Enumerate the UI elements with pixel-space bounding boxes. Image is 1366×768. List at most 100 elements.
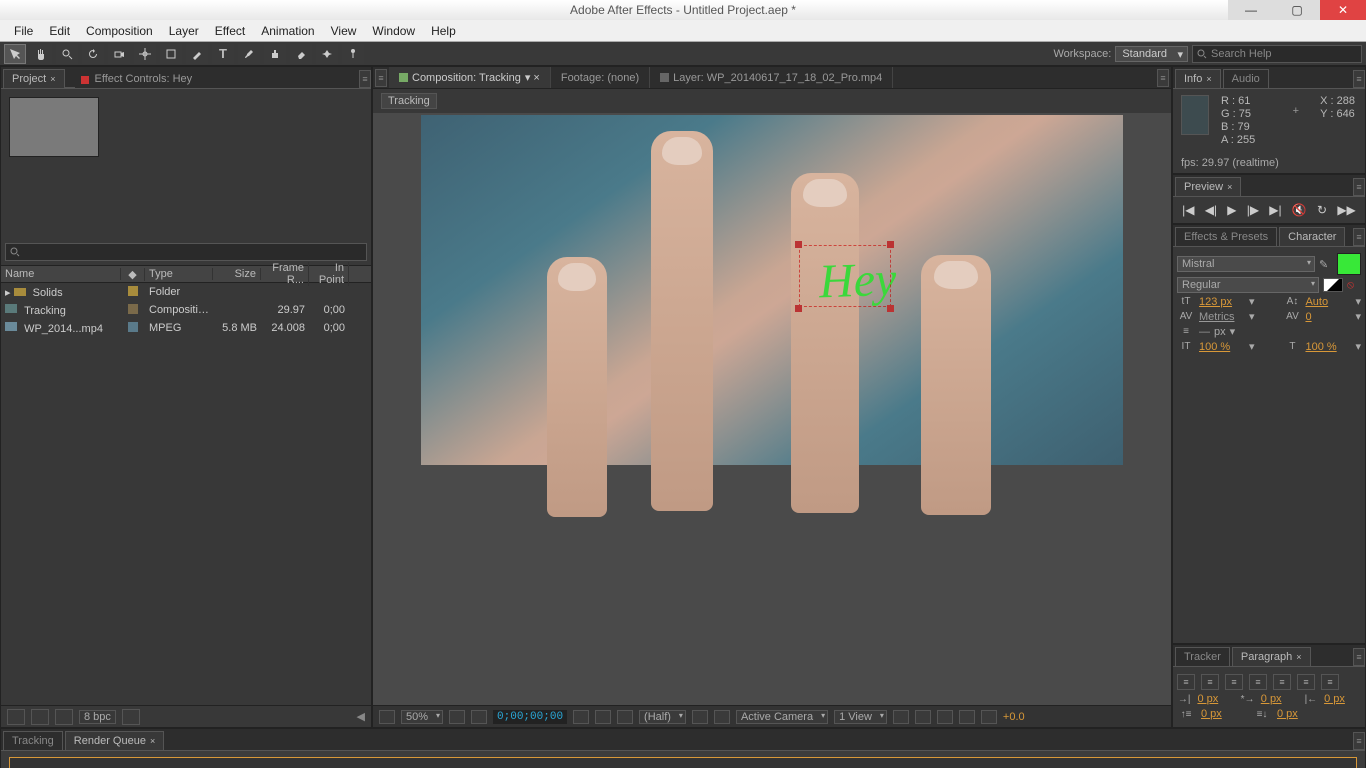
workspace-dropdown[interactable]: Standard	[1115, 46, 1188, 62]
font-family-dropdown[interactable]: Mistral	[1177, 256, 1315, 272]
resolution-dropdown[interactable]: (Half)	[639, 710, 686, 724]
align-right-button[interactable]: ≡	[1225, 674, 1243, 690]
info-tab[interactable]: Info×	[1175, 69, 1221, 88]
panel-menu-icon[interactable]: ≡	[1353, 228, 1365, 246]
panel-menu-icon[interactable]: ≡	[375, 69, 387, 87]
tracker-handle-icon[interactable]	[795, 241, 802, 248]
window-close-button[interactable]: ✕	[1320, 0, 1366, 20]
tracker-handle-icon[interactable]	[887, 305, 894, 312]
character-tab[interactable]: Character	[1279, 227, 1345, 246]
comp-breadcrumb[interactable]: Tracking	[381, 93, 437, 109]
font-style-dropdown[interactable]: Regular	[1177, 277, 1319, 293]
project-item-tracking[interactable]: Tracking Composition 29.97 0;00	[1, 301, 371, 319]
play-button[interactable]: ▶	[1227, 203, 1236, 217]
stroke-color-swatch[interactable]	[1323, 278, 1343, 292]
panel-menu-icon[interactable]: ≡	[1353, 178, 1365, 196]
window-maximize-button[interactable]: ▢	[1274, 0, 1320, 20]
audio-tab[interactable]: Audio	[1223, 69, 1269, 88]
puppet-tool-icon[interactable]	[342, 44, 364, 64]
eraser-tool-icon[interactable]	[290, 44, 312, 64]
menu-window[interactable]: Window	[364, 24, 423, 38]
timecode-display[interactable]: 0;00;00;00	[493, 710, 567, 724]
transparency-icon[interactable]	[714, 710, 730, 724]
magnify-icon[interactable]	[379, 710, 395, 724]
justify-last-center-button[interactable]: ≡	[1273, 674, 1291, 690]
pen-tool-icon[interactable]	[186, 44, 208, 64]
panel-menu-icon[interactable]: ≡	[359, 70, 371, 88]
delete-icon[interactable]	[122, 709, 140, 725]
pixel-aspect-icon[interactable]	[893, 710, 909, 724]
fast-preview-icon[interactable]	[915, 710, 931, 724]
window-minimize-button[interactable]: —	[1228, 0, 1274, 20]
menu-view[interactable]: View	[323, 24, 365, 38]
color-icon[interactable]	[617, 710, 633, 724]
font-size-input[interactable]: 123 px	[1199, 296, 1245, 308]
next-frame-button[interactable]: |▶	[1247, 203, 1259, 217]
rotate-tool-icon[interactable]	[82, 44, 104, 64]
project-item-wp2014[interactable]: WP_2014...mp4 MPEG 5.8 MB 24.008 0;00	[1, 319, 371, 337]
fill-color-swatch[interactable]	[1337, 253, 1361, 275]
snapshot-icon[interactable]	[573, 710, 589, 724]
tracking-input[interactable]: 0	[1305, 311, 1351, 323]
project-item-solids[interactable]: ▸ Solids Folder	[1, 283, 371, 301]
timeline-tracking-tab[interactable]: Tracking	[3, 731, 63, 750]
tracker-handle-icon[interactable]	[795, 305, 802, 312]
channel-icon[interactable]	[595, 710, 611, 724]
menu-help[interactable]: Help	[423, 24, 464, 38]
menu-effect[interactable]: Effect	[207, 24, 253, 38]
tracker-tab[interactable]: Tracker	[1175, 647, 1230, 666]
paragraph-tab[interactable]: Paragraph×	[1232, 647, 1311, 666]
close-icon[interactable]: ×	[50, 74, 55, 84]
camera-dropdown[interactable]: Active Camera	[736, 710, 828, 724]
justify-last-left-button[interactable]: ≡	[1249, 674, 1267, 690]
panel-menu-icon[interactable]: ≡	[1353, 70, 1365, 88]
menu-file[interactable]: File	[6, 24, 41, 38]
preview-tab[interactable]: Preview×	[1175, 177, 1241, 196]
timeline-icon[interactable]	[937, 710, 953, 724]
vscale-input[interactable]: 100 %	[1199, 341, 1245, 353]
tracker-handle-icon[interactable]	[887, 241, 894, 248]
selection-tool-icon[interactable]	[4, 44, 26, 64]
last-frame-button[interactable]: ▶|	[1269, 203, 1281, 217]
first-frame-button[interactable]: |◀	[1182, 203, 1194, 217]
label-column-icon[interactable]: ◆	[121, 268, 145, 281]
new-comp-icon[interactable]	[55, 709, 73, 725]
composition-tab[interactable]: Composition: Tracking ▾ ×	[389, 67, 551, 88]
menu-layer[interactable]: Layer	[161, 24, 207, 38]
justify-all-button[interactable]: ≡	[1321, 674, 1339, 690]
new-folder-icon[interactable]	[31, 709, 49, 725]
no-stroke-icon[interactable]: ⦸	[1347, 279, 1361, 292]
footage-tab[interactable]: Footage: (none)	[551, 67, 650, 88]
shape-tool-icon[interactable]	[160, 44, 182, 64]
camera-tool-icon[interactable]	[108, 44, 130, 64]
justify-last-right-button[interactable]: ≡	[1297, 674, 1315, 690]
project-tab[interactable]: Project×	[3, 69, 65, 88]
exposure-value[interactable]: +0.0	[1003, 711, 1025, 723]
leading-input[interactable]: Auto	[1305, 296, 1351, 308]
kerning-input[interactable]: Metrics	[1199, 311, 1245, 323]
roto-tool-icon[interactable]	[316, 44, 338, 64]
reset-exposure-icon[interactable]	[981, 710, 997, 724]
render-queue-tab[interactable]: Render Queue×	[65, 731, 164, 750]
panel-menu-icon[interactable]: ≡	[1353, 732, 1365, 750]
composition-viewer[interactable]: Hey	[373, 113, 1171, 705]
project-search-input[interactable]	[5, 243, 367, 261]
zoom-tool-icon[interactable]	[56, 44, 78, 64]
ram-preview-button[interactable]: ▶▶	[1337, 203, 1355, 217]
prev-frame-button[interactable]: ◀|	[1205, 203, 1217, 217]
bpc-toggle[interactable]: 8 bpc	[79, 710, 116, 724]
view-dropdown[interactable]: 1 View	[834, 710, 887, 724]
anchor-tool-icon[interactable]	[134, 44, 156, 64]
mask-icon[interactable]	[471, 710, 487, 724]
layer-tab[interactable]: Layer: WP_20140617_17_18_02_Pro.mp4	[650, 67, 893, 88]
menu-composition[interactable]: Composition	[78, 24, 161, 38]
panel-menu-icon[interactable]: ≡	[1353, 648, 1365, 666]
eyedropper-icon[interactable]: ✎	[1319, 258, 1333, 271]
panel-menu-icon[interactable]: ≡	[1157, 69, 1169, 87]
hand-tool-icon[interactable]	[30, 44, 52, 64]
tracker-region[interactable]	[799, 245, 891, 307]
align-left-button[interactable]: ≡	[1177, 674, 1195, 690]
align-center-button[interactable]: ≡	[1201, 674, 1219, 690]
clone-tool-icon[interactable]	[264, 44, 286, 64]
grid-icon[interactable]	[449, 710, 465, 724]
